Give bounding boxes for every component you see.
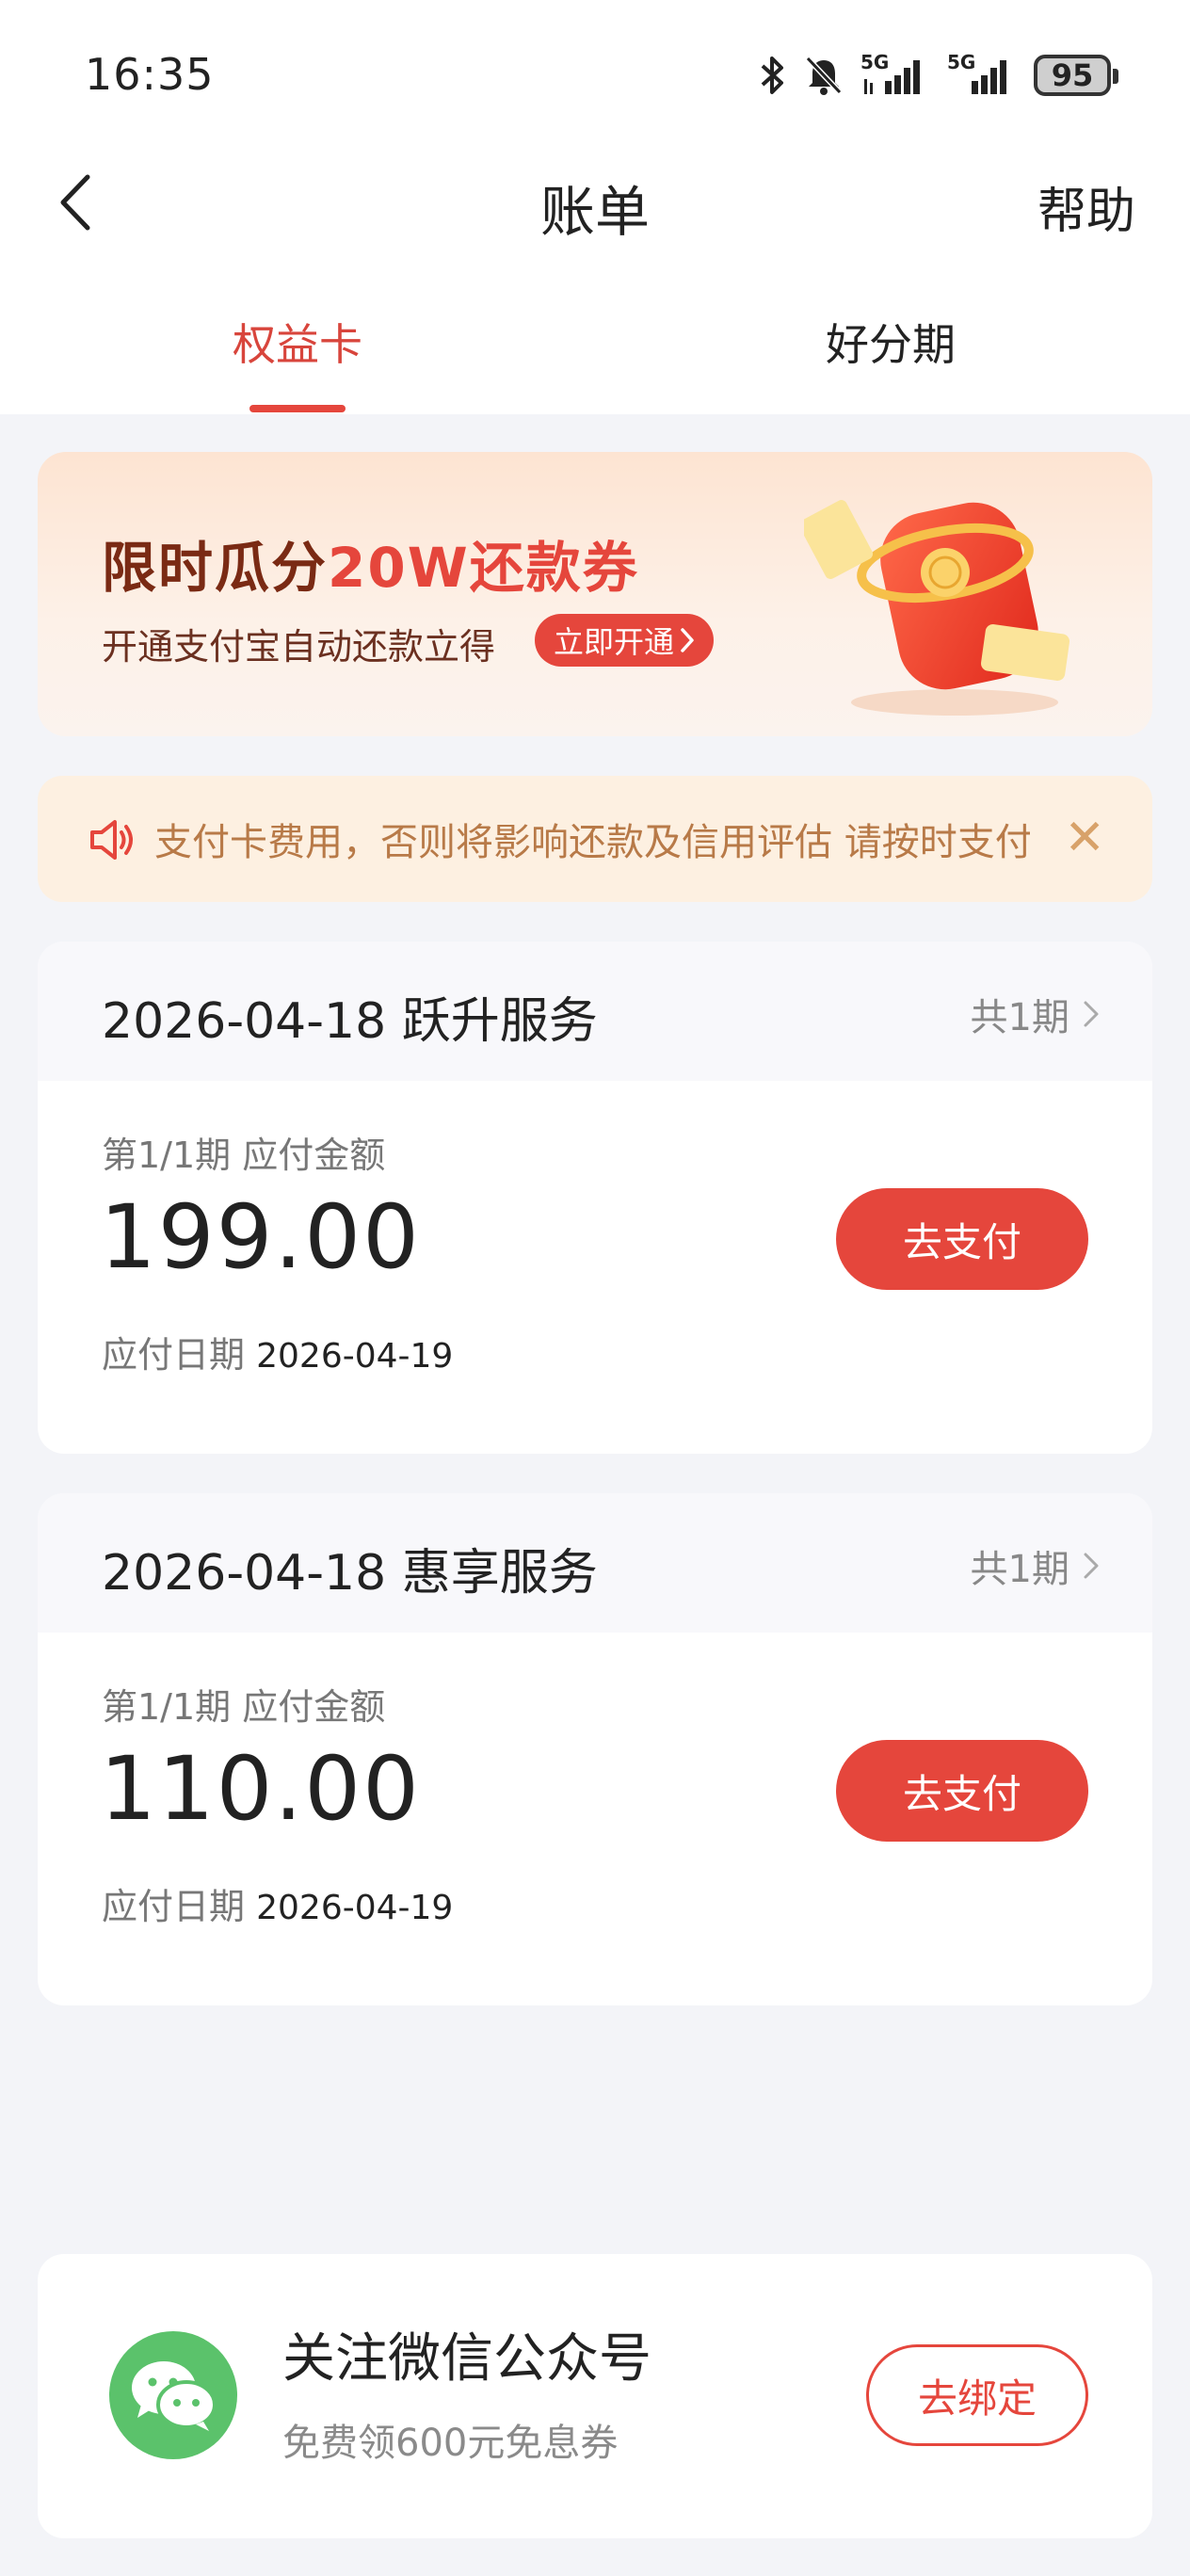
- signal-icon: 5G: [947, 51, 1017, 96]
- battery-icon: 95: [1034, 55, 1118, 96]
- notice-bar: 支付卡费用，否则将影响还款及信用评估 请按时支付 ✕: [38, 776, 1152, 902]
- bill-periods[interactable]: 共1期: [971, 987, 1100, 1041]
- due-label: 应付日期: [102, 1886, 246, 1927]
- bill-card-header[interactable]: 2026-04-18 跃升服务 共1期: [38, 942, 1152, 1081]
- notice-text: 支付卡费用，否则将影响还款及信用评估 请按时支付: [154, 821, 1030, 864]
- pay-button[interactable]: 去支付: [836, 1188, 1088, 1290]
- navigation-bar: 账单 帮助: [0, 151, 1190, 254]
- promo-cta-button[interactable]: 立即开通: [535, 614, 715, 667]
- bill-period-label: 第1/1期 应付金额: [102, 1135, 386, 1176]
- red-envelope-illustration: [804, 500, 1070, 716]
- promo-title: 限时瓜分20W还款券: [102, 523, 639, 603]
- bill-card: 2026-04-18 惠享服务 共1期 第1/1期 应付金额 110.00 应付…: [38, 1493, 1152, 2005]
- bill-title: 2026-04-18 跃升服务: [102, 993, 598, 1050]
- network-type-label: 5G: [947, 51, 976, 73]
- bill-card: 2026-04-18 跃升服务 共1期 第1/1期 应付金额 199.00 应付…: [38, 942, 1152, 1454]
- wechat-subtitle: 免费领600元免息券: [282, 2422, 619, 2465]
- due-date-value: 2026-04-19: [256, 1337, 454, 1376]
- promo-cta-label: 立即开通: [554, 624, 675, 660]
- chevron-right-icon: [1084, 1553, 1099, 1579]
- close-icon[interactable]: ✕: [1064, 812, 1105, 864]
- tab-installment[interactable]: 好分期: [749, 311, 1032, 373]
- promo-title-main: 限时瓜分: [102, 536, 329, 600]
- bill-period-label: 第1/1期 应付金额: [102, 1686, 386, 1728]
- wechat-title: 关注微信公众号: [282, 2328, 651, 2390]
- tab-indicator: [249, 405, 346, 412]
- due-date-value: 2026-04-19: [256, 1889, 454, 1927]
- signal-icon: 5G: [860, 51, 930, 96]
- tab-bar: 权益卡 好分期: [0, 301, 1190, 414]
- mute-icon: [804, 55, 844, 96]
- tab-benefit-card[interactable]: 权益卡: [156, 311, 439, 373]
- bill-amount: 199.00: [100, 1186, 421, 1289]
- bind-button[interactable]: 去绑定: [866, 2344, 1088, 2446]
- speaker-icon: [90, 820, 133, 860]
- bill-due-date: 应付日期 2026-04-19: [102, 1326, 453, 1377]
- bill-due-date: 应付日期 2026-04-19: [102, 1877, 453, 1929]
- pay-button[interactable]: 去支付: [836, 1740, 1088, 1842]
- help-link[interactable]: 帮助: [1037, 171, 1135, 242]
- status-time: 16:35: [85, 49, 215, 100]
- page-title: 账单: [539, 180, 650, 244]
- promo-subtitle: 开通支付宝自动还款立得: [102, 626, 496, 668]
- chevron-right-icon: [681, 628, 694, 652]
- status-icons: 5G 5G 95: [759, 49, 1118, 102]
- promo-banner[interactable]: 限时瓜分20W还款券 开通支付宝自动还款立得 立即开通: [38, 452, 1152, 736]
- chevron-right-icon: [1084, 1001, 1099, 1027]
- bill-amount: 110.00: [100, 1738, 421, 1841]
- network-type-label: 5G: [860, 51, 890, 73]
- battery-level: 95: [1051, 57, 1094, 93]
- bill-card-header[interactable]: 2026-04-18 惠享服务 共1期: [38, 1493, 1152, 1633]
- wechat-icon: [109, 2331, 237, 2459]
- due-label: 应付日期: [102, 1334, 246, 1376]
- wechat-follow-card: 关注微信公众号 免费领600元免息券 去绑定: [38, 2254, 1152, 2538]
- bill-periods[interactable]: 共1期: [971, 1538, 1100, 1593]
- bluetooth-icon: [759, 55, 787, 96]
- bill-periods-label: 共1期: [970, 1548, 1069, 1591]
- status-bar: 16:35 5G 5G 95: [0, 0, 1190, 151]
- promo-title-highlight: 20W还款券: [328, 536, 639, 600]
- bill-title: 2026-04-18 惠享服务: [102, 1545, 598, 1602]
- bill-periods-label: 共1期: [970, 996, 1069, 1039]
